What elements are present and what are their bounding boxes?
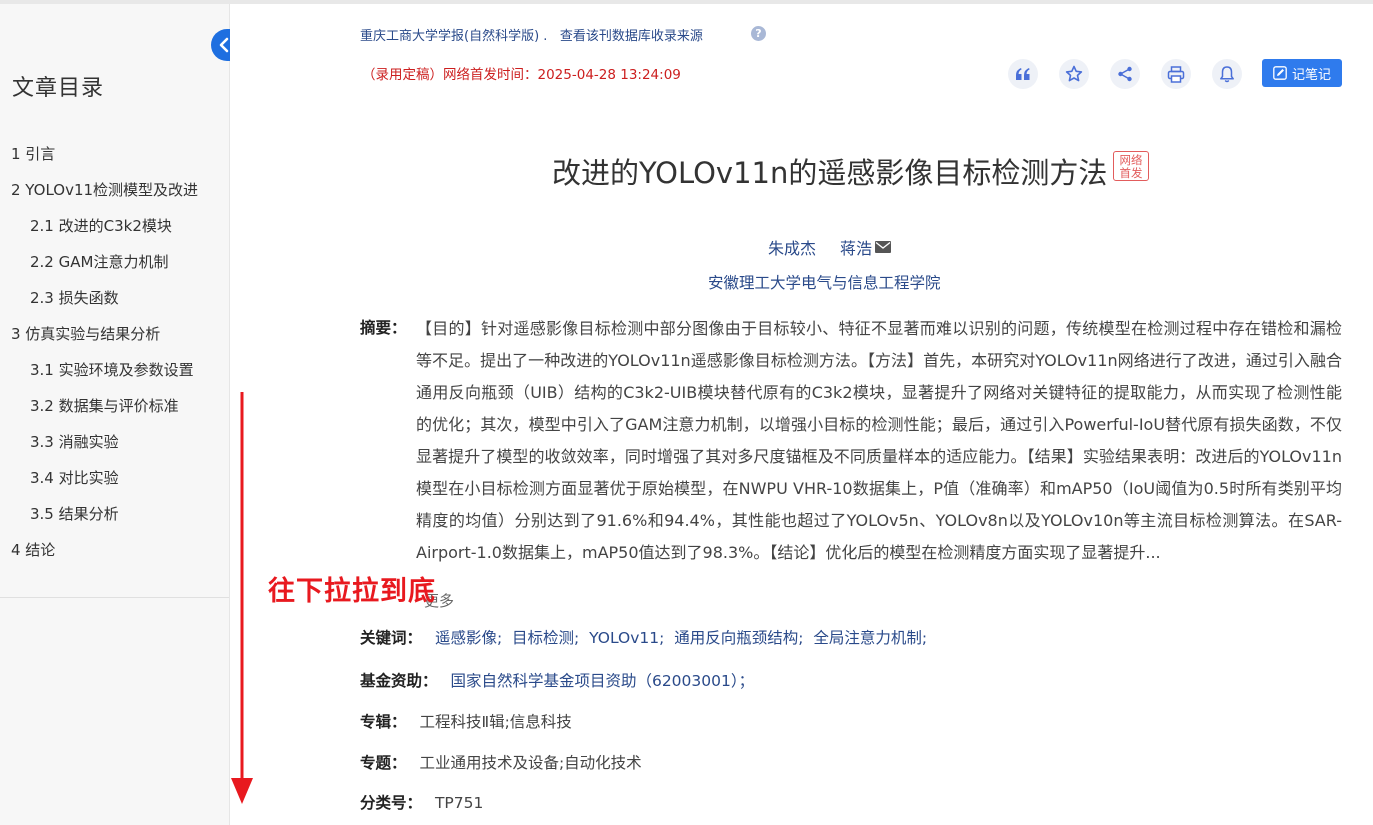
topic-value: 工业通用技术及设备;自动化技术: [419, 754, 642, 772]
toc-item[interactable]: 2.1 改进的C3k2模块: [0, 208, 229, 244]
favorite-button[interactable]: [1059, 59, 1089, 89]
affiliation-link[interactable]: 安徽理工大学电气与信息工程学院: [708, 271, 941, 293]
quote-button[interactable]: [1008, 59, 1038, 89]
mail-icon[interactable]: [875, 241, 892, 253]
fund-link[interactable]: 国家自然科学基金项目资助（62003001）；: [450, 672, 754, 690]
star-icon: [1065, 65, 1083, 82]
print-icon: [1167, 65, 1185, 83]
toc-item[interactable]: 3 仿真实验与结果分析: [0, 316, 229, 352]
badge-line-2: 首发: [1119, 166, 1143, 180]
album-value: 工程科技Ⅱ辑;信息科技: [419, 713, 572, 731]
subscribe-button[interactable]: [1212, 59, 1242, 89]
keyword-link[interactable]: 通用反向瓶颈结构;: [674, 629, 803, 647]
keywords-row: 关键词： 遥感影像; 目标检测; YOLOv11; 通用反向瓶颈结构; 全局注意…: [360, 626, 927, 648]
article-title: 改进的YOLOv11n的遥感影像目标检测方法: [552, 156, 1108, 190]
share-button[interactable]: [1110, 59, 1140, 89]
collapse-button-mask: [230, 29, 250, 61]
classification-value: TP751: [434, 794, 484, 812]
journal-link[interactable]: 重庆工商大学学报(自然科学版): [360, 29, 539, 44]
fund-row: 基金资助： 国家自然科学基金项目资助（62003001）；: [360, 669, 754, 691]
share-icon: [1118, 66, 1132, 82]
chevron-left-icon: [219, 37, 229, 53]
author-link[interactable]: 朱成杰: [768, 235, 816, 259]
publish-date: （录用定稿）网络首发时间：2025-04-28 13:24:09: [362, 67, 681, 83]
abstract-label: 摘要：: [360, 319, 407, 337]
bell-icon: [1220, 66, 1234, 83]
keyword-link[interactable]: YOLOv11;: [589, 629, 664, 647]
fund-label: 基金资助：: [360, 672, 438, 690]
take-note-button[interactable]: 记笔记: [1262, 59, 1342, 87]
toc-item[interactable]: 3.4 对比实验: [0, 460, 229, 496]
print-button[interactable]: [1161, 59, 1191, 89]
toc-sidebar: 文章目录 1 引言 2 YOLOv11检测模型及改进 2.1 改进的C3k2模块 2.…: [0, 4, 230, 825]
toc-item[interactable]: 2 YOLOv11检测模型及改进: [0, 172, 229, 208]
classification-label: 分类号：: [360, 794, 423, 812]
toc-item[interactable]: 3.3 消融实验: [0, 424, 229, 460]
toc-item[interactable]: 1 引言: [0, 136, 229, 172]
keyword-link[interactable]: 全局注意力机制;: [813, 629, 927, 647]
keywords-label: 关键词：: [360, 629, 423, 647]
authors: 朱成杰 蒋浩: [768, 235, 892, 259]
toc-item[interactable]: 3.5 结果分析: [0, 496, 229, 532]
toc-item[interactable]: 2.2 GAM注意力机制: [0, 244, 229, 280]
toc-title: 文章目录: [12, 76, 105, 101]
scroll-annotation-text: 往下拉拉到底: [268, 576, 436, 607]
topic-row: 专题： 工业通用技术及设备;自动化技术: [360, 751, 642, 773]
arrow-down-icon: [231, 392, 253, 804]
help-icon[interactable]: ?: [751, 26, 766, 41]
toolbar: [1008, 59, 1263, 89]
quote-icon: [1016, 68, 1030, 80]
author-link[interactable]: 蒋浩: [840, 235, 872, 259]
toc-item[interactable]: 3.1 实验环境及参数设置: [0, 352, 229, 388]
album-label: 专辑：: [360, 713, 407, 731]
sidebar-divider: [0, 597, 229, 598]
online-first-badge: 网络 首发: [1113, 151, 1149, 181]
take-note-label: 记笔记: [1291, 67, 1331, 83]
journal-line: 重庆工商大学学报(自然科学版) . 查看该刊数据库收录来源: [360, 25, 703, 44]
pencil-icon: [1273, 66, 1287, 80]
toc-item[interactable]: 4 结论: [0, 532, 229, 568]
toc-list: 1 引言 2 YOLOv11检测模型及改进 2.1 改进的C3k2模块 2.2 GAM…: [0, 136, 229, 568]
abstract-text: 【目的】针对遥感影像目标检测中部分图像由于目标较小、特征不显著而难以识别的问题，…: [416, 319, 1342, 562]
album-row: 专辑： 工程科技Ⅱ辑;信息科技: [360, 710, 572, 732]
toc-item[interactable]: 2.3 损失函数: [0, 280, 229, 316]
toc-item[interactable]: 3.2 数据集与评价标准: [0, 388, 229, 424]
keyword-link[interactable]: 遥感影像;: [435, 629, 502, 647]
classification-row: 分类号： TP751: [360, 791, 483, 813]
keyword-link[interactable]: 目标检测;: [512, 629, 579, 647]
source-link[interactable]: 查看该刊数据库收录来源: [560, 29, 703, 44]
topic-label: 专题：: [360, 754, 407, 772]
journal-separator: .: [539, 29, 552, 44]
